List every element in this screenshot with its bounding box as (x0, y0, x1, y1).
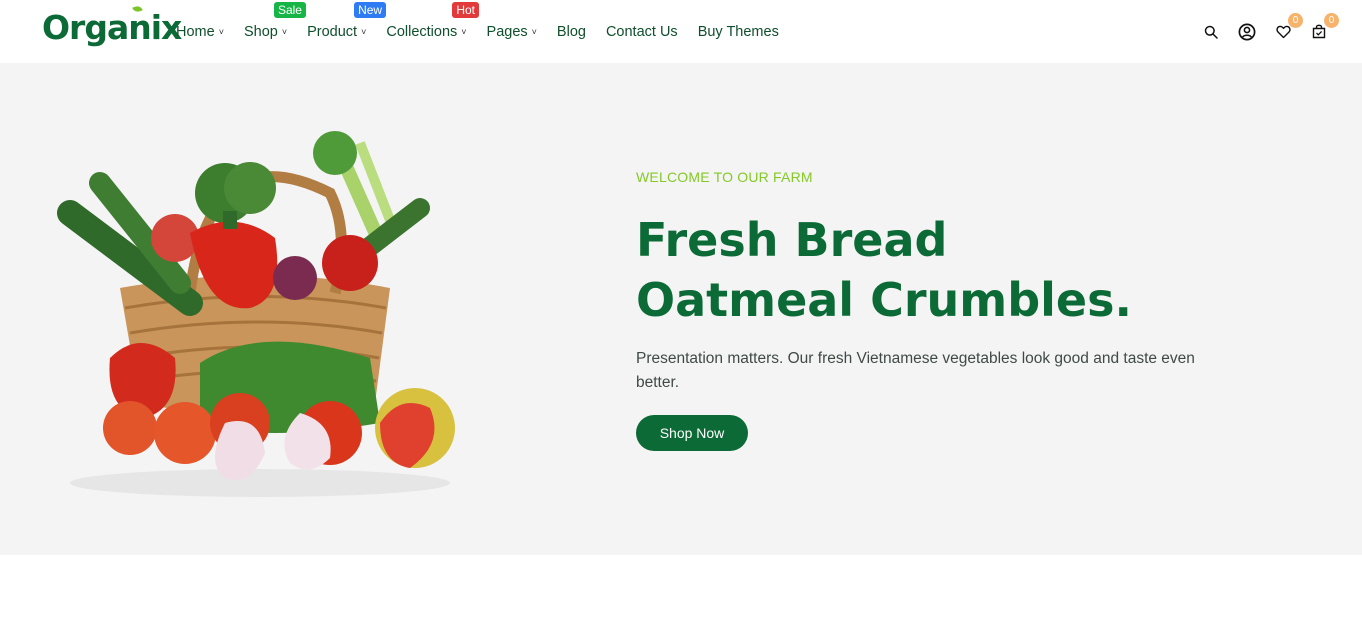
chevron-down-icon: ˅ (281, 26, 288, 37)
nav-item-label: Blog (556, 23, 586, 40)
site-header: Organix Home ˅ Shop ˅ Sale Product ˅ New… (0, 0, 1362, 63)
nav-item-label: Buy Themes (697, 23, 779, 40)
nav-item-collections[interactable]: Collections ˅ Hot (386, 1, 480, 40)
hero-section: WELCOME TO OUR FARM Fresh Bread Oatmeal … (0, 63, 1362, 555)
nav-item-blog[interactable]: Blog (557, 24, 586, 40)
header-actions: 0 0 (1188, 0, 1339, 63)
nav-item-product[interactable]: Product ˅ New (307, 1, 387, 40)
hero-eyebrow: WELCOME TO OUR FARM (636, 169, 813, 185)
heart-icon (1275, 25, 1291, 38)
nav-item-label: Product (307, 23, 358, 40)
hero-description: Presentation matters. Our fresh Vietname… (636, 350, 1195, 391)
nav-item-home[interactable]: Home ˅ (176, 24, 224, 40)
user-circle-icon (1238, 23, 1256, 40)
sale-badge: Sale (273, 1, 306, 18)
hot-badge: Hot (452, 1, 480, 18)
chevron-down-icon: ˅ (461, 26, 467, 37)
nav-item-shop[interactable]: Shop ˅ Sale (243, 1, 306, 40)
main-nav: Home ˅ Shop ˅ Sale Product ˅ New Collect… (176, 0, 799, 63)
account-button[interactable] (1234, 19, 1260, 45)
nav-item-label: Home (176, 23, 215, 40)
nav-item-pages[interactable]: Pages ˅ (487, 24, 537, 40)
nav-item-label: Contact Us (605, 23, 678, 40)
chevron-down-icon: ˅ (361, 26, 367, 37)
chevron-down-icon: ˅ (218, 26, 224, 37)
logo-text: Organix (42, 8, 182, 47)
new-badge: New (354, 1, 387, 18)
cart-count: 0 (1324, 12, 1339, 28)
search-button[interactable] (1198, 19, 1224, 45)
vegetable-basket-image (57, 131, 455, 497)
cart-button[interactable]: 0 (1306, 12, 1339, 45)
chevron-down-icon: ˅ (531, 26, 537, 37)
hero-title-line-1: Fresh Bread (636, 213, 948, 267)
hero-title-line-2: Oatmeal Crumbles. (636, 273, 1132, 327)
logo[interactable]: Organix (42, 4, 182, 47)
nav-item-label: Shop (243, 23, 278, 40)
wishlist-count: 0 (1288, 12, 1303, 28)
wishlist-button[interactable]: 0 (1270, 12, 1303, 45)
nav-item-buy-themes[interactable]: Buy Themes (698, 24, 779, 40)
hero-title: Fresh Bread Oatmeal Crumbles. (636, 210, 1132, 330)
shop-now-button[interactable]: Shop Now (636, 415, 748, 451)
nav-item-contact[interactable]: Contact Us (606, 24, 678, 40)
cart-icon (1312, 24, 1326, 39)
search-icon (1204, 25, 1218, 39)
nav-item-label: Pages (486, 23, 528, 40)
nav-item-label: Collections (386, 23, 458, 40)
